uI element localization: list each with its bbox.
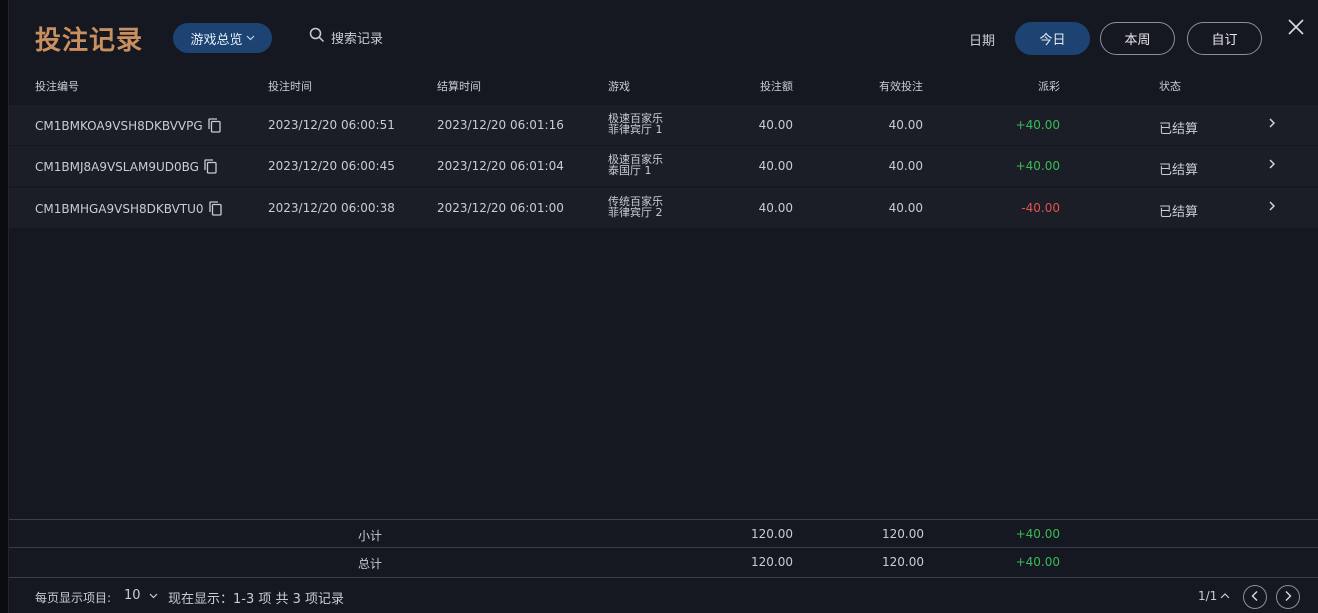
valid-bet: 40.00 [888, 201, 923, 215]
search-placeholder: 搜索记录 [331, 31, 384, 47]
game-name: 极速百家乐 泰国厅 1 [608, 153, 663, 177]
settle-time: 2023/12/20 06:01:04 [437, 159, 564, 173]
payout: +40.00 [1015, 118, 1060, 132]
bet-amount: 40.00 [758, 201, 793, 215]
chevron-left-icon [1250, 590, 1260, 605]
total-payout: +40.00 [1015, 555, 1060, 569]
chevron-down-icon [246, 34, 255, 44]
subtotal-amount: 120.00 [751, 527, 793, 541]
bet-id: CM1BMJ8A9VSLAM9UD0BG [35, 159, 217, 174]
subtotal-valid: 120.00 [882, 527, 924, 541]
showing-text: 现在显示：1-3 项 共 3 项记录 [168, 592, 345, 607]
search-records[interactable]: 搜索记录 [309, 27, 383, 47]
total-label: 总计 [358, 557, 383, 571]
col-game: 游戏 [608, 80, 630, 93]
bet-records-panel: 投注记录 游戏总览 搜索记录 日期 今日 本周 自订 投注编号 投注时间 结算时… [8, 0, 1318, 613]
game-name: 极速百家乐 菲律宾厅 1 [608, 112, 663, 136]
valid-bet: 40.00 [888, 159, 923, 173]
subtotal-payout: +40.00 [1015, 527, 1060, 541]
chevron-right-icon[interactable] [1266, 116, 1278, 130]
date-label: 日期 [969, 34, 996, 49]
settle-time: 2023/12/20 06:01:00 [437, 201, 564, 215]
chevron-right-icon [1283, 590, 1293, 605]
subtotal-row: 小计 120.00 120.00 +40.00 [9, 521, 1318, 547]
col-bet-time: 投注时间 [268, 80, 312, 93]
status-text: 已结算 [1159, 122, 1199, 137]
payout: -40.00 [1021, 201, 1060, 215]
payout: +40.00 [1015, 159, 1060, 173]
chevron-down-icon [149, 588, 158, 603]
copy-icon[interactable] [204, 159, 217, 174]
game-filter-label: 游戏总览 [190, 32, 243, 48]
bet-amount: 40.00 [758, 159, 793, 173]
copy-icon[interactable] [208, 118, 221, 133]
table-row[interactable]: CM1BMHGA9VSH8DKBVTU0 2023/12/20 06:00:38… [9, 188, 1318, 228]
table-row[interactable]: CM1BMKOA9VSH8DKBVVPG 2023/12/20 06:00:51… [9, 105, 1318, 145]
col-settle-time: 结算时间 [437, 80, 481, 93]
bet-time: 2023/12/20 06:00:51 [268, 118, 395, 132]
col-valid-bet: 有效投注 [879, 80, 923, 93]
pagination-footer: 每页显示项目: 10 现在显示：1-3 项 共 3 项记录 1/1 [9, 578, 1318, 613]
col-bet-id: 投注编号 [35, 80, 79, 93]
page-indicator: 1/1 [1198, 589, 1218, 603]
date-week-button[interactable]: 本周 [1100, 22, 1175, 55]
chevron-right-icon[interactable] [1266, 199, 1278, 213]
prev-page-button[interactable] [1243, 585, 1267, 609]
next-page-button[interactable] [1276, 585, 1300, 609]
total-amount: 120.00 [751, 555, 793, 569]
chevron-right-icon[interactable] [1266, 157, 1278, 171]
per-page-label: 每页显示项目: [35, 591, 112, 605]
table-row[interactable]: CM1BMJ8A9VSLAM9UD0BG 2023/12/20 06:00:45… [9, 146, 1318, 186]
subtotal-label: 小计 [358, 529, 383, 543]
settle-time: 2023/12/20 06:01:16 [437, 118, 564, 132]
total-row: 总计 120.00 120.00 +40.00 [9, 549, 1318, 575]
per-page-select[interactable]: 10 [124, 588, 158, 603]
summary-divider [9, 547, 1318, 548]
bet-amount: 40.00 [758, 118, 793, 132]
total-valid: 120.00 [882, 555, 924, 569]
col-amount: 投注额 [760, 80, 793, 93]
col-status: 状态 [1159, 80, 1181, 93]
date-custom-button[interactable]: 自订 [1187, 22, 1262, 55]
bet-id: CM1BMHGA9VSH8DKBVTU0 [35, 201, 222, 216]
chevron-up-icon[interactable] [1220, 589, 1230, 603]
table-header: 投注编号 投注时间 结算时间 游戏 投注额 有效投注 派彩 状态 [9, 78, 1318, 98]
status-text: 已结算 [1159, 205, 1199, 220]
game-name: 传统百家乐 菲律宾厅 2 [608, 195, 663, 219]
bet-time: 2023/12/20 06:00:45 [268, 159, 395, 173]
page-title: 投注记录 [35, 26, 144, 56]
col-payout: 派彩 [1038, 80, 1060, 93]
game-filter-dropdown[interactable]: 游戏总览 [173, 23, 272, 53]
close-icon[interactable] [1287, 18, 1305, 36]
bet-id: CM1BMKOA9VSH8DKBVVPG [35, 118, 221, 133]
summary-divider [9, 519, 1318, 520]
bet-time: 2023/12/20 06:00:38 [268, 201, 395, 215]
copy-icon[interactable] [208, 201, 222, 216]
search-icon [309, 27, 325, 47]
date-today-button[interactable]: 今日 [1015, 22, 1090, 55]
valid-bet: 40.00 [888, 118, 923, 132]
status-text: 已结算 [1159, 163, 1199, 178]
